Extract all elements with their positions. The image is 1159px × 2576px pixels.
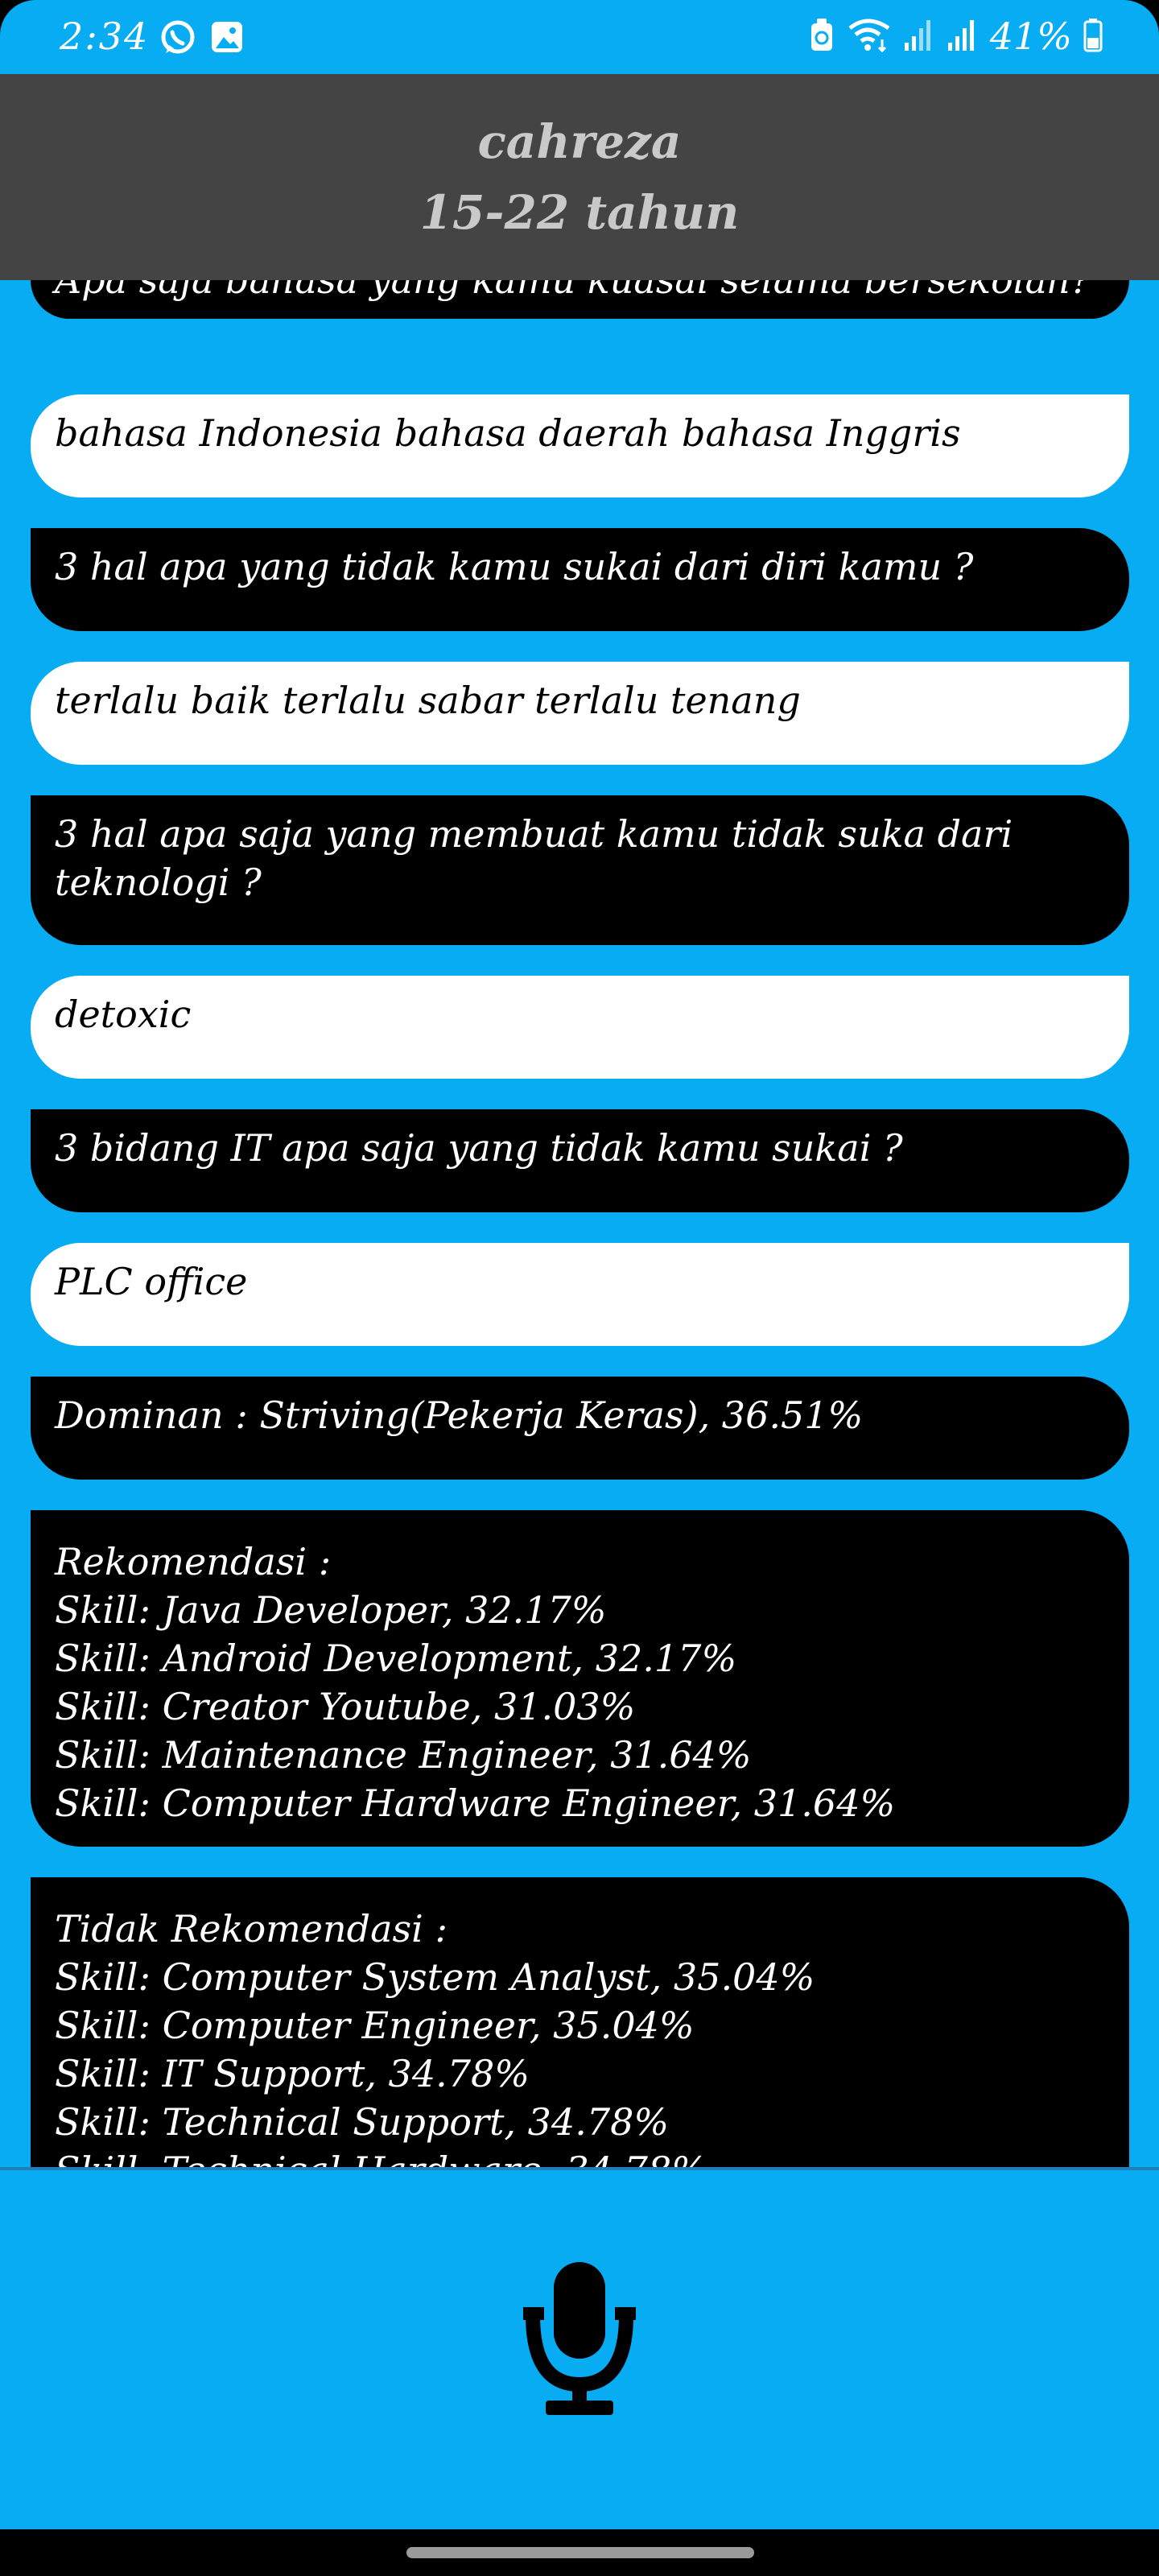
app-screen: Apa saja bahasa yang kamu kuasai selama … <box>0 0 1159 2576</box>
status-bar: 2:34 41% <box>0 0 1159 74</box>
battery-icon <box>1083 17 1103 56</box>
voice-input-panel <box>0 2167 1159 2533</box>
message-text: 3 bidang IT apa saja yang tidak kamu suk… <box>55 1126 903 1170</box>
message-text: Dominan : Striving(Pekerja Keras), 36.51… <box>55 1393 864 1437</box>
recommendation-bubble: Rekomendasi : Skill: Java Developer, 32.… <box>31 1510 1129 1847</box>
not-recommended-bubble: Tidak Rekomendasi : Skill: Computer Syst… <box>31 1877 1129 2167</box>
answer-bubble: terlalu baik terlalu sabar terlalu tenan… <box>31 662 1129 765</box>
battery-percent: 41% <box>989 14 1072 58</box>
answer-bubble: PLC office <box>31 1243 1129 1346</box>
message-text: Rekomendasi : Skill: Java Developer, 32.… <box>55 1540 896 1825</box>
navigation-bar <box>0 2529 1159 2576</box>
dominant-result-bubble: Dominan : Striving(Pekerja Keras), 36.51… <box>31 1377 1129 1480</box>
user-name: cahreza <box>477 114 682 169</box>
question-bubble: 3 hal apa saja yang membuat kamu tidak s… <box>31 795 1129 945</box>
wifi-icon <box>847 17 892 56</box>
message-text: Tidak Rekomendasi : Skill: Computer Syst… <box>55 1907 815 2167</box>
message-text: bahasa Indonesia bahasa daerah bahasa In… <box>55 411 961 455</box>
profile-header: cahreza 15-22 tahun <box>0 74 1159 280</box>
microphone-icon <box>523 2262 636 2415</box>
signal-icon <box>947 17 979 56</box>
answer-bubble: detoxic <box>31 976 1129 1079</box>
signal-icon <box>903 17 935 56</box>
message-text: detoxic <box>55 993 192 1036</box>
gallery-icon <box>209 19 245 60</box>
status-time: 2:34 <box>60 14 150 58</box>
chat-list[interactable]: Apa saja bahasa yang kamu kuasai selama … <box>0 242 1159 2167</box>
message-text: terlalu baik terlalu sabar terlalu tenan… <box>55 679 801 722</box>
home-gesture-handle[interactable] <box>406 2547 754 2558</box>
message-text: 3 hal apa saja yang membuat kamu tidak s… <box>55 812 1013 904</box>
whatsapp-icon <box>159 19 196 60</box>
question-bubble: 3 hal apa yang tidak kamu sukai dari dir… <box>31 528 1129 631</box>
answer-bubble: bahasa Indonesia bahasa daerah bahasa In… <box>31 394 1129 497</box>
question-bubble: 3 bidang IT apa saja yang tidak kamu suk… <box>31 1109 1129 1212</box>
message-text: PLC office <box>55 1260 248 1303</box>
age-range: 15-22 tahun <box>419 185 740 240</box>
battery-saver-icon <box>808 17 835 56</box>
message-text: 3 hal apa yang tidak kamu sukai dari dir… <box>55 545 974 588</box>
microphone-button[interactable] <box>515 2259 644 2420</box>
